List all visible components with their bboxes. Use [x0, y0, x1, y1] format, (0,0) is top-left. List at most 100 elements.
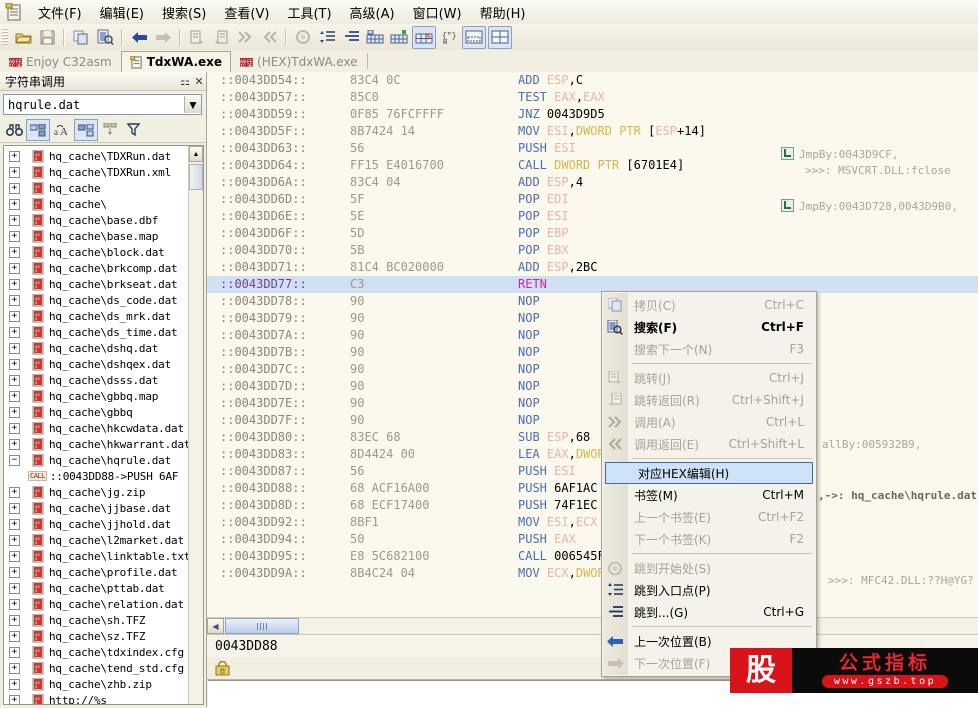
ctx-goto-entry[interactable]: 跳到入口点(P)	[602, 579, 816, 601]
string-filter-combo[interactable]: hqrule.dat ▼	[3, 94, 202, 115]
forward-arrow-icon[interactable]	[152, 27, 174, 48]
tree-item[interactable]: + A0 S hq_cache\base.dbf	[4, 212, 188, 228]
disassembly-line[interactable]: ::0043DD7A:: 90 NOP	[207, 327, 978, 344]
ctx-search[interactable]: 搜索(F) Ctrl+F	[602, 316, 816, 338]
tree-vertical-scrollbar[interactable]: ▲	[188, 146, 203, 704]
find-in-files-icon[interactable]	[94, 27, 116, 48]
menu-tools[interactable]: 工具(T)	[278, 0, 340, 25]
expand-icon[interactable]: +	[9, 566, 20, 578]
open-icon[interactable]	[12, 27, 34, 48]
tree-item[interactable]: + A0 S hq_cache\pttab.dat	[4, 580, 188, 596]
pin-icon[interactable]: ⚏	[178, 75, 192, 88]
expand-icon[interactable]: +	[9, 518, 20, 530]
jump-back-icon[interactable]	[210, 27, 232, 48]
expand-icon[interactable]: +	[9, 694, 20, 704]
hscroll-left-button[interactable]: ◀	[207, 618, 224, 634]
disassembly-line[interactable]: ::0043DD88:: 68 ACF16A00 PUSH 6AF1AC	[207, 480, 978, 497]
tree-item[interactable]: − A0 S hq_cache\hqrule.dat	[4, 452, 188, 468]
disassembly-line[interactable]: ::0043DD54:: 83C4 0C ADD ESP,C	[207, 72, 978, 89]
binoculars-icon[interactable]	[3, 120, 25, 140]
tree-item[interactable]: + A0 S hq_cache\hkcwdata.dat	[4, 420, 188, 436]
expand-icon[interactable]: +	[9, 630, 20, 642]
expand-icon[interactable]: +	[9, 438, 20, 450]
disassembly-line[interactable]: ::0043DD78:: 90 NOP	[207, 293, 978, 310]
expand-icon[interactable]: +	[9, 550, 20, 562]
tree-item[interactable]: + A0 S hq_cache\zhb.zip	[4, 676, 188, 692]
expand-icon[interactable]: +	[9, 646, 20, 658]
tree-item[interactable]: + A0 S http://%s	[4, 692, 188, 704]
disassembly-line[interactable]: ::0043DD94:: 50 PUSH EAX	[207, 531, 978, 548]
disassembly-line[interactable]: ::0043DD83:: 8D4424 00 LEA EAX,DWORD	[207, 446, 978, 463]
context-menu[interactable]: 拷贝(C) Ctrl+C 搜索(F) Ctrl+F 搜索下一个(N) F3 跳转(J) Ctr…	[601, 291, 817, 677]
tree-item[interactable]: + A0 S hq_cache	[4, 180, 188, 196]
scroll-up-button[interactable]: ▲	[189, 146, 203, 162]
disassembly-line[interactable]: ::0043DD79:: 90 NOP	[207, 310, 978, 327]
tree-item[interactable]: + A0 S hq_cache\brkcomp.dat	[4, 260, 188, 276]
disassembly-line[interactable]: ::0043DD6A:: 83C4 04 ADD ESP,4	[207, 174, 978, 191]
disassembly-line[interactable]: ::0043DD95:: E8 5C682100 CALL 006545F6	[207, 548, 978, 565]
tree-item[interactable]: + A0 S hq_cache\jg.zip	[4, 484, 188, 500]
disassembly-line[interactable]: ::0043DD9A:: 8B4C24 04 MOV ECX,DWORD	[207, 565, 978, 582]
code-horizontal-scrollbar[interactable]: ◀	[207, 617, 978, 634]
disassembly-line[interactable]: ::0043DD70:: 5B POP EBX	[207, 242, 978, 259]
tab-hex-tdxwa-exe[interactable]: A0 FF 1C 3E (HEX)TdxWA.exe	[231, 51, 367, 72]
expand-icon[interactable]: +	[9, 230, 20, 242]
expand-icon[interactable]: +	[9, 406, 20, 418]
disassembly-line[interactable]: ::0043DD5F:: 8B7424 14 MOV ESI,DWORD PTR […	[207, 123, 978, 140]
tree-item[interactable]: + A0 S hq_cache\sh.TFZ	[4, 612, 188, 628]
hex-dollar-icon[interactable]: $	[412, 25, 436, 49]
disassembly-view[interactable]: ::0043DD54:: 83C4 0C ADD ESP,C::0043DD57::…	[207, 72, 978, 617]
expand-icon[interactable]: +	[9, 182, 20, 194]
expand-icon[interactable]: +	[9, 390, 20, 402]
disassembly-line[interactable]: ::0043DD7B:: 90 NOP	[207, 344, 978, 361]
expand-icon[interactable]: +	[9, 310, 20, 322]
tree-item[interactable]: + A0 S hq_cache\TDXRun.dat	[4, 148, 188, 164]
tree-item[interactable]: + A0 S hq_cache\TDXRun.xml	[4, 164, 188, 180]
tree-item[interactable]: + A0 S hq_cache\profile.dat	[4, 564, 188, 580]
disassembly-line[interactable]: ::0043DD77:: C3 RETN	[207, 276, 978, 293]
expand-icon[interactable]: +	[9, 598, 20, 610]
tree-item[interactable]: + A0 S hq_cache\sz.TFZ	[4, 628, 188, 644]
disassembly-line[interactable]: ::0043DD7D:: 90 NOP	[207, 378, 978, 395]
tree-item[interactable]: + A0 S hq_cache\ds_time.dat	[4, 324, 188, 340]
tree-item[interactable]: + A0 S hq_cache\dsss.dat	[4, 372, 188, 388]
expand-icon[interactable]: +	[9, 486, 20, 498]
disassembly-line[interactable]: ::0043DD63:: 56 PUSH ESI	[207, 140, 978, 157]
tree-item[interactable]: + A0 S hq_cache\brkseat.dat	[4, 276, 188, 292]
expand-icon[interactable]: +	[9, 326, 20, 338]
expand-icon[interactable]: +	[9, 534, 20, 546]
string-tree[interactable]: + A0 S hq_cache\TDXRun.dat + A0 S hq_cache\TDXR…	[4, 146, 188, 704]
tree-item[interactable]: + A0 S hq_cache\linktable.txt	[4, 548, 188, 564]
disassembly-line[interactable]: ::0043DD7F:: 90 NOP	[207, 412, 978, 429]
chevron-down-icon[interactable]: ▼	[184, 96, 201, 113]
expand-icon[interactable]: +	[9, 678, 20, 690]
filter-icon[interactable]	[122, 120, 144, 140]
save-icon[interactable]	[36, 27, 58, 48]
list-indent-icon[interactable]	[340, 27, 362, 48]
disassembly-line[interactable]: ::0043DD6D:: 5F POP EDI	[207, 191, 978, 208]
disassembly-line[interactable]: ::0043DD7E:: 90 NOP	[207, 395, 978, 412]
tree-item[interactable]: + A0 S hq_cache\jjhold.dat	[4, 516, 188, 532]
refresh-icon[interactable]	[292, 27, 314, 48]
menu-search[interactable]: 搜索(S)	[153, 0, 215, 25]
disassembly-line[interactable]: ::0043DD8D:: 68 ECF17400 PUSH 74F1EC	[207, 497, 978, 514]
tree-item[interactable]: + A0 S hq_cache\hkwarrant.dat	[4, 436, 188, 452]
tree-item[interactable]: + A0 S hq_cache\tend_std.cfg	[4, 660, 188, 676]
expand-icon[interactable]: +	[9, 502, 20, 514]
copy-icon[interactable]	[70, 27, 92, 48]
disassembly-line[interactable]: ::0043DD7C:: 90 NOP	[207, 361, 978, 378]
string-icon[interactable]: {"} W	[438, 27, 460, 48]
lock-icon[interactable]	[215, 660, 230, 676]
jump-icon[interactable]	[186, 27, 208, 48]
expand-icon[interactable]: +	[9, 662, 20, 674]
collapse-icon[interactable]: −	[9, 454, 20, 466]
tree-item[interactable]: + A0 S hq_cache\base.map	[4, 228, 188, 244]
tree-item[interactable]: + A0 S hq_cache\ds_code.dat	[4, 292, 188, 308]
tab-tdxwa-exe[interactable]: TdxWA.exe	[120, 51, 232, 73]
tree-expand-icon[interactable]	[99, 120, 121, 140]
tree-item[interactable]: + A0 S hq_cache\block.dat	[4, 244, 188, 260]
menu-advanced[interactable]: 高级(A)	[341, 0, 404, 25]
disassembly-line[interactable]: ::0043DD80:: 83EC 68 SUB ESP,68	[207, 429, 978, 446]
disassembly-line[interactable]: ::0043DD87:: 56 PUSH ESI	[207, 463, 978, 480]
tree-item[interactable]: + A0 S hq_cache\gbbq	[4, 404, 188, 420]
